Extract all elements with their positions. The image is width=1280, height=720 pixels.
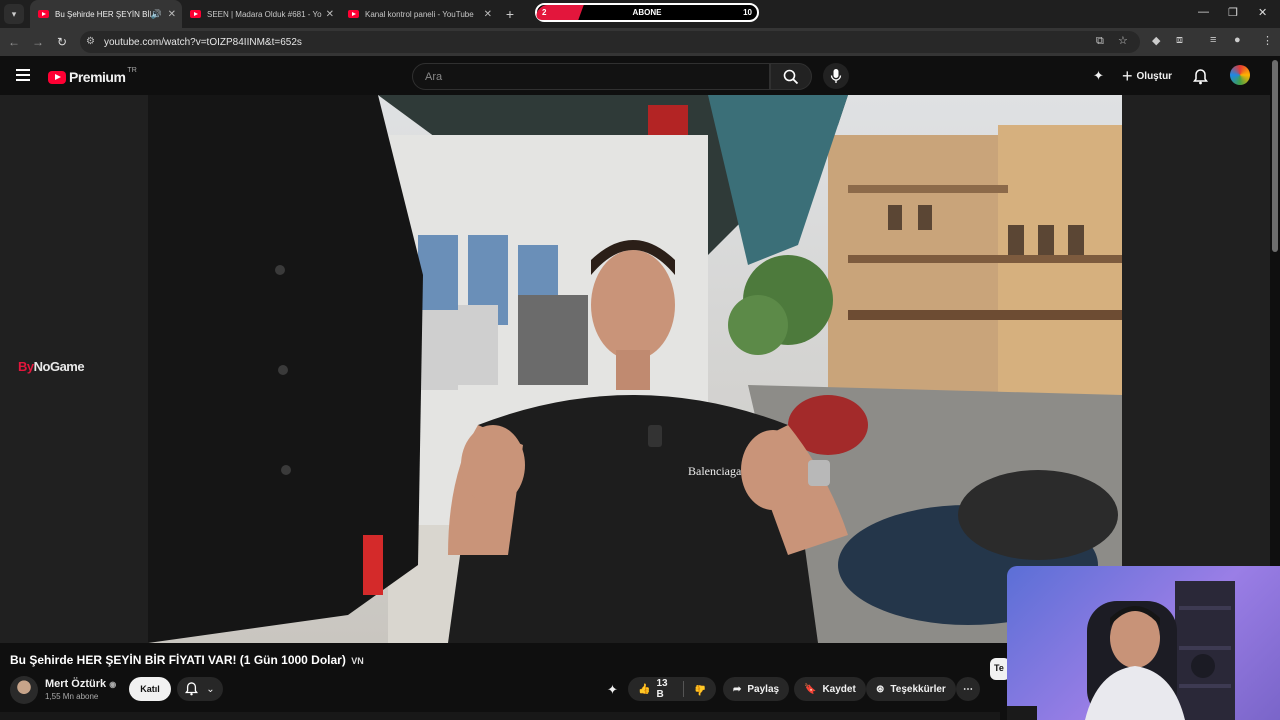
menu-icon[interactable]: [16, 69, 30, 81]
chevron-down-icon: ▾: [11, 8, 17, 19]
restore-icon[interactable]: ❐: [1228, 6, 1238, 19]
microphone-icon: [830, 69, 842, 83]
tab-title: SEEN | Madara Olduk #681 - Yo: [207, 9, 322, 19]
shirt-logo-text: Balenciaga: [688, 464, 742, 478]
puzzle-icon[interactable]: ⧈: [1176, 34, 1183, 47]
video-scene-illustration: Balenciaga: [148, 95, 1122, 643]
youtube-favicon-icon: [348, 10, 359, 18]
close-window-icon[interactable]: ✕: [1258, 6, 1267, 19]
create-label: Oluştur: [1136, 70, 1173, 82]
close-tab-icon[interactable]: ✕: [326, 9, 334, 20]
share-arrow-icon: ➦: [733, 683, 742, 695]
channel-avatar[interactable]: [10, 676, 38, 704]
more-actions-button[interactable]: ⋯: [956, 677, 980, 701]
share-button[interactable]: ➦ Paylaş: [723, 677, 790, 701]
site-info-icon[interactable]: ⚙: [86, 36, 95, 47]
search-placeholder: Ara: [425, 71, 443, 83]
tab-search-button[interactable]: ▾: [4, 4, 24, 24]
extension-icon[interactable]: ◆: [1152, 34, 1160, 47]
cast-icon[interactable]: ⧉: [1096, 35, 1104, 48]
notifications-bell-icon[interactable]: [1193, 69, 1208, 85]
bell-icon: [185, 682, 199, 696]
webcam-scene-illustration: [1007, 581, 1235, 720]
subscriber-goal-bar: 2 ABONE 10: [534, 3, 759, 22]
profile-icon[interactable]: ●: [1234, 34, 1241, 46]
dislike-button[interactable]: 👍: [694, 684, 706, 695]
thumbs-up-icon: 👍: [638, 683, 651, 695]
tab-title: Kanal kontrol paneli - YouTube: [365, 9, 474, 19]
back-icon[interactable]: ←: [2, 35, 26, 49]
youtube-logo[interactable]: Premium TR: [48, 66, 137, 85]
address-toolbar: ← → ↻ ⚙ youtube.com/watch?v=tOIZP84IINM&…: [0, 28, 1280, 56]
url-bar[interactable]: ⚙ youtube.com/watch?v=tOIZP84IINM&t=652s: [80, 31, 1140, 53]
browser-tab[interactable]: SEEN | Madara Olduk #681 - Yo ✕: [182, 0, 340, 28]
speaker-icon[interactable]: 🔊: [151, 9, 162, 20]
reading-list-icon[interactable]: ≡: [1210, 34, 1216, 46]
below-fold-strip: [0, 712, 1000, 720]
browser-tab-active[interactable]: Bu Şehirde HER ŞEYİN BİR F 🔊 ✕: [30, 0, 182, 28]
bookmark-star-icon[interactable]: ☆: [1118, 34, 1128, 47]
player-letterbox-right: [1122, 95, 1270, 643]
reload-icon[interactable]: ↻: [50, 35, 74, 49]
logo-text: Premium: [69, 69, 126, 85]
url-text: youtube.com/watch?v=tOIZP84IINM&t=652s: [104, 36, 302, 48]
join-button[interactable]: Katıl: [129, 677, 171, 701]
page-scrollbar[interactable]: [1272, 60, 1278, 252]
browser-tab[interactable]: Kanal kontrol paneli - YouTube ✕: [340, 0, 498, 28]
search-button[interactable]: [770, 63, 812, 90]
video-player[interactable]: ByNoGame Balenciaga: [0, 95, 1270, 643]
search-input[interactable]: Ara: [412, 63, 770, 90]
clip-icon[interactable]: ✦: [607, 682, 618, 698]
save-button[interactable]: 🔖 Kaydet: [794, 677, 866, 701]
search-icon: [783, 69, 799, 84]
chevron-down-icon: ⌄: [206, 683, 215, 695]
like-dislike-group: 👍 13 B 👍: [628, 677, 716, 701]
subscription-bell-button[interactable]: ⌄: [177, 677, 223, 701]
goal-label: ABONE: [632, 8, 662, 17]
thanks-dollar-icon: ⊛: [876, 683, 885, 695]
close-tab-icon[interactable]: ✕: [168, 9, 176, 20]
video-title: Bu Şehirde HER ŞEYİN BİR FİYATI VAR! (1 …: [10, 653, 364, 667]
forward-icon[interactable]: →: [26, 35, 50, 49]
close-tab-icon[interactable]: ✕: [484, 9, 492, 20]
verified-icon: ◉: [109, 680, 117, 689]
browser-menu-icon[interactable]: ⋮: [1262, 34, 1273, 47]
channel-subscriber-count: 1,55 Mn abone: [45, 692, 99, 701]
video-title-text: Bu Şehirde HER ŞEYİN BİR FİYATI VAR! (1 …: [10, 653, 346, 667]
youtube-favicon-icon: [38, 10, 49, 18]
tab-title: Bu Şehirde HER ŞEYİN BİR F: [55, 9, 151, 19]
sponsor-logo: ByNoGame: [18, 359, 85, 374]
streamer-webcam-overlay: [1007, 566, 1280, 720]
video-frame[interactable]: Balenciaga: [148, 95, 1122, 643]
player-letterbox-left: ByNoGame: [0, 95, 148, 643]
bookmark-icon: 🔖: [804, 683, 817, 695]
like-count: 13 B: [656, 678, 668, 700]
like-divider: [682, 681, 684, 697]
plus-icon: +: [1122, 65, 1133, 86]
logo-region: TR: [127, 66, 137, 74]
youtube-play-icon: [48, 70, 66, 84]
youtube-favicon-icon: [190, 10, 201, 18]
minimize-icon[interactable]: —: [1198, 6, 1209, 18]
account-avatar[interactable]: [1230, 65, 1250, 85]
new-tab-button[interactable]: +: [498, 6, 522, 22]
goal-target: 10: [743, 8, 752, 17]
thanks-button[interactable]: ⊛ Teşekkürler: [866, 677, 956, 701]
youtube-header: Premium TR Ara ✦ + Oluştur: [0, 56, 1280, 96]
youtube-studio-icon[interactable]: ✦: [1093, 68, 1104, 84]
channel-name[interactable]: Mert Öztürk ◉: [45, 678, 116, 690]
create-button[interactable]: + Oluştur: [1116, 63, 1178, 89]
like-button[interactable]: 👍 13 B: [638, 678, 673, 700]
voice-search-button[interactable]: [823, 63, 849, 89]
video-title-flag: VN: [351, 656, 364, 666]
more-dots-icon: ⋯: [963, 683, 973, 695]
